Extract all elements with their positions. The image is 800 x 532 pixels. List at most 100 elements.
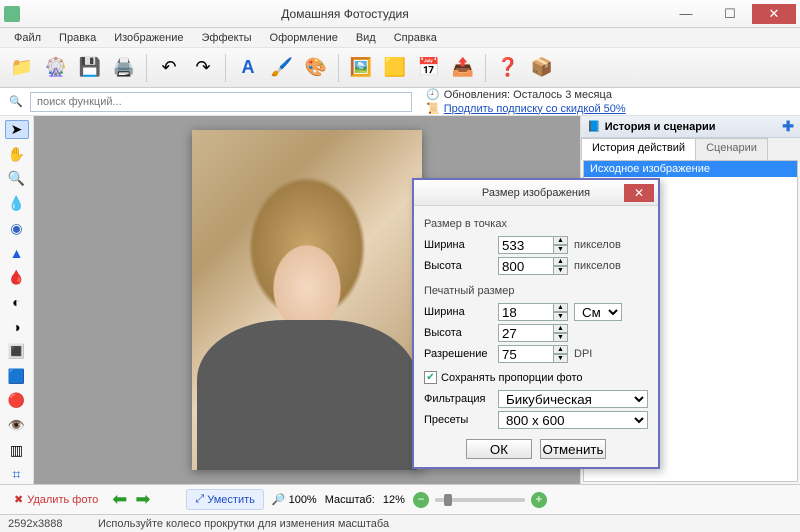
color-swap-tool-icon[interactable]: 🔴 bbox=[5, 391, 29, 410]
extend-subscription-link[interactable]: Продлить подписку со скидкой 50% bbox=[444, 102, 626, 116]
width-px-input[interactable] bbox=[498, 236, 554, 254]
menu-edit[interactable]: Правка bbox=[51, 30, 104, 46]
sharpen-tool-icon[interactable]: ▲ bbox=[5, 244, 29, 263]
image-icon[interactable]: 🖼️ bbox=[345, 52, 377, 84]
next-photo-icon[interactable]: ➡ bbox=[135, 489, 150, 510]
menu-view[interactable]: Вид bbox=[348, 30, 384, 46]
menu-file[interactable]: Файл bbox=[6, 30, 49, 46]
delete-photo-button[interactable]: ✖ Удалить фото bbox=[8, 490, 104, 509]
zoom-in-icon[interactable]: + bbox=[531, 492, 547, 508]
palette-icon[interactable]: 🎨 bbox=[300, 52, 332, 84]
redo-icon[interactable]: ↷ bbox=[187, 52, 219, 84]
text-icon[interactable]: A bbox=[232, 52, 264, 84]
px-unit: пикселов bbox=[574, 239, 621, 251]
dialog-close-icon[interactable]: ✕ bbox=[624, 184, 654, 202]
unit-select[interactable]: См bbox=[574, 303, 622, 321]
zoom-out-icon[interactable]: − bbox=[413, 492, 429, 508]
blur-tool-icon[interactable]: ◉ bbox=[5, 219, 29, 238]
calendar-icon[interactable]: 📅 bbox=[413, 52, 445, 84]
minimize-button[interactable]: — bbox=[664, 4, 708, 24]
height-cm-input[interactable] bbox=[498, 324, 554, 342]
left-toolbox: ➤ ✋ 🔍 💧 ◉ ▲ 🩸 ◐ ◑ 🔳 🟦 🔴 👁️ ▥ ⌗ bbox=[0, 116, 34, 484]
spin-up-icon[interactable]: ▲ bbox=[554, 303, 568, 312]
menu-help[interactable]: Справка bbox=[386, 30, 445, 46]
red-eye-tool-icon[interactable]: 👁️ bbox=[5, 416, 29, 435]
tab-history[interactable]: История действий bbox=[581, 138, 696, 160]
history-item[interactable]: Исходное изображение bbox=[584, 161, 797, 177]
photo bbox=[192, 130, 422, 470]
width-cm-label: Ширина bbox=[424, 306, 492, 318]
cancel-button[interactable]: Отменить bbox=[540, 439, 606, 459]
zoom-tool-icon[interactable]: 🔍 bbox=[5, 170, 29, 189]
spin-down-icon[interactable]: ▼ bbox=[554, 312, 568, 321]
fit-icon: ⤢ bbox=[195, 493, 204, 506]
keep-ratio-label: Сохранять пропорции фото bbox=[441, 372, 583, 384]
prev-photo-icon[interactable]: ⬅ bbox=[112, 489, 127, 510]
menu-design[interactable]: Оформление bbox=[262, 30, 346, 46]
undo-icon[interactable]: ↶ bbox=[153, 52, 185, 84]
height-label: Высота bbox=[424, 260, 492, 272]
hand-tool-icon[interactable]: ✋ bbox=[5, 145, 29, 164]
save-icon[interactable]: 💾 bbox=[74, 52, 106, 84]
titlebar: Домашняя Фотостудия — ☐ ✕ bbox=[0, 0, 800, 28]
search-input[interactable] bbox=[30, 92, 412, 112]
add-scenario-icon[interactable]: ✚ bbox=[782, 118, 794, 135]
maximize-button[interactable]: ☐ bbox=[708, 4, 752, 24]
presets-label: Пресеты bbox=[424, 414, 492, 426]
eyedrop-tool-icon[interactable]: 💧 bbox=[5, 194, 29, 213]
status-hint: Используйте колесо прокрутки для изменен… bbox=[98, 518, 389, 530]
print-icon[interactable]: 🖨️ bbox=[108, 52, 140, 84]
updates-rest: Осталось 3 месяца bbox=[513, 89, 612, 101]
spin-up-icon[interactable]: ▲ bbox=[554, 324, 568, 333]
contrast-tool-icon[interactable]: ◑ bbox=[5, 317, 29, 336]
levels-tool-icon[interactable]: 🟦 bbox=[5, 367, 29, 386]
drop-tool-icon[interactable]: 🩸 bbox=[5, 268, 29, 287]
brush-icon[interactable]: 🖌️ bbox=[266, 52, 298, 84]
spin-down-icon[interactable]: ▼ bbox=[554, 266, 568, 275]
frame-icon[interactable]: 🟨 bbox=[379, 52, 411, 84]
keep-ratio-checkbox[interactable]: ✔ bbox=[424, 371, 437, 384]
bottom-bar: ✖ Удалить фото ⬅ ➡ ⤢ Уместить 🔎 100% Мас… bbox=[0, 484, 800, 514]
spin-down-icon[interactable]: ▼ bbox=[554, 354, 568, 363]
statusbar: 2592x3888 Используйте колесо прокрутки д… bbox=[0, 514, 800, 532]
resize-dialog: Размер изображения ✕ Размер в точках Шир… bbox=[412, 178, 660, 469]
print-size-section-label: Печатный размер bbox=[424, 285, 648, 297]
menu-image[interactable]: Изображение bbox=[106, 30, 191, 46]
fit-label: Уместить bbox=[207, 494, 255, 506]
home-icon[interactable]: 📦 bbox=[526, 52, 558, 84]
panel-title: История и сценарии bbox=[605, 121, 716, 133]
presets-select[interactable]: 800 x 600 bbox=[498, 411, 648, 429]
delete-icon: ✖ bbox=[14, 493, 23, 506]
px-unit-2: пикселов bbox=[574, 260, 621, 272]
open-icon[interactable]: 📁 bbox=[6, 52, 38, 84]
spin-down-icon[interactable]: ▼ bbox=[554, 333, 568, 342]
height-px-input[interactable] bbox=[498, 257, 554, 275]
spin-up-icon[interactable]: ▲ bbox=[554, 257, 568, 266]
delete-label: Удалить фото bbox=[27, 494, 98, 506]
close-button[interactable]: ✕ bbox=[752, 4, 796, 24]
zoom-100-button[interactable]: 🔎 100% bbox=[272, 493, 317, 506]
filter-select[interactable]: Бикубическая bbox=[498, 390, 648, 408]
pointer-tool-icon[interactable]: ➤ bbox=[5, 120, 29, 139]
width-cm-input[interactable] bbox=[498, 303, 554, 321]
pixel-size-section-label: Размер в точках bbox=[424, 218, 648, 230]
spin-down-icon[interactable]: ▼ bbox=[554, 245, 568, 254]
app-title: Домашняя Фотостудия bbox=[26, 7, 664, 21]
spin-up-icon[interactable]: ▲ bbox=[554, 345, 568, 354]
stamp-tool-icon[interactable]: ▥ bbox=[5, 441, 29, 460]
crop-tool-icon[interactable]: ⌗ bbox=[5, 465, 29, 484]
gradient-tool-icon[interactable]: 🔳 bbox=[5, 342, 29, 361]
effects-wheel-icon[interactable]: 🎡 bbox=[40, 52, 72, 84]
zoom-slider[interactable] bbox=[435, 498, 525, 502]
help-icon[interactable]: ❓ bbox=[492, 52, 524, 84]
spin-up-icon[interactable]: ▲ bbox=[554, 236, 568, 245]
ok-button[interactable]: ОК bbox=[466, 439, 532, 459]
dodge-tool-icon[interactable]: ◐ bbox=[5, 293, 29, 312]
share-icon[interactable]: 📤 bbox=[447, 52, 479, 84]
resolution-input[interactable] bbox=[498, 345, 554, 363]
resolution-label: Разрешение bbox=[424, 348, 492, 360]
fit-button[interactable]: ⤢ Уместить bbox=[186, 489, 263, 510]
tab-scenarios[interactable]: Сценарии bbox=[695, 138, 768, 160]
filter-label: Фильтрация bbox=[424, 393, 492, 405]
menu-effects[interactable]: Эффекты bbox=[194, 30, 260, 46]
